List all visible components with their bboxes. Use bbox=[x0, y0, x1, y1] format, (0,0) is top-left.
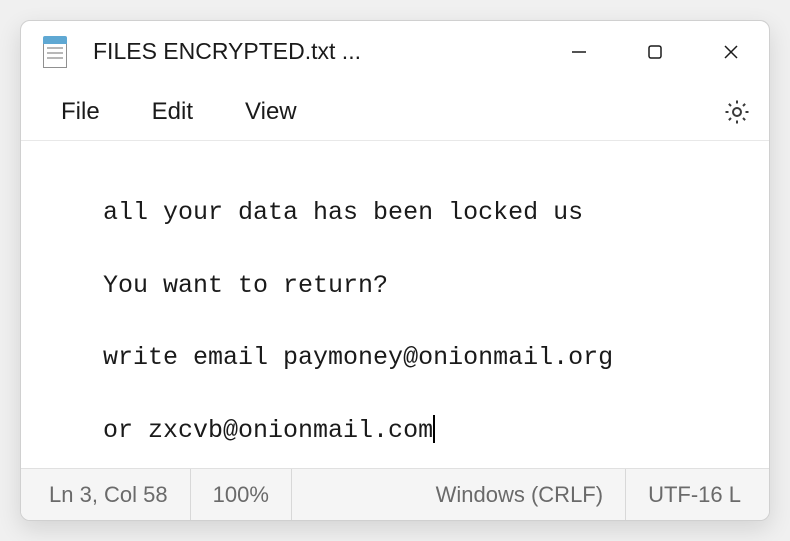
gear-icon bbox=[722, 97, 752, 127]
window-controls bbox=[541, 21, 769, 82]
editor-line: write email paymoney@onionmail.org bbox=[103, 343, 613, 372]
menu-edit[interactable]: Edit bbox=[126, 88, 219, 136]
window-title: FILES ENCRYPTED.txt ... bbox=[93, 38, 541, 65]
close-button[interactable] bbox=[693, 21, 769, 82]
notepad-icon bbox=[39, 36, 71, 68]
status-line-ending: Windows (CRLF) bbox=[414, 469, 626, 520]
text-cursor bbox=[433, 415, 435, 443]
maximize-button[interactable] bbox=[617, 21, 693, 82]
status-zoom[interactable]: 100% bbox=[191, 469, 292, 520]
notepad-window: FILES ENCRYPTED.txt ... File Edit View a… bbox=[20, 20, 770, 521]
editor-line: all your data has been locked us bbox=[103, 198, 583, 227]
minimize-button[interactable] bbox=[541, 21, 617, 82]
menu-file[interactable]: File bbox=[35, 88, 126, 136]
text-editor[interactable]: all your data has been locked us You wan… bbox=[21, 141, 769, 468]
menubar: File Edit View bbox=[21, 83, 769, 141]
editor-line: or zxcvb@onionmail.com bbox=[103, 416, 433, 445]
titlebar[interactable]: FILES ENCRYPTED.txt ... bbox=[21, 21, 769, 83]
editor-line: You want to return? bbox=[103, 271, 388, 300]
settings-button[interactable] bbox=[713, 88, 761, 136]
close-icon bbox=[722, 43, 740, 61]
statusbar: Ln 3, Col 58 100% Windows (CRLF) UTF-16 … bbox=[21, 468, 769, 520]
status-encoding: UTF-16 L bbox=[626, 469, 763, 520]
menu-view[interactable]: View bbox=[219, 88, 323, 136]
maximize-icon bbox=[647, 44, 663, 60]
minimize-icon bbox=[570, 43, 588, 61]
status-position: Ln 3, Col 58 bbox=[27, 469, 191, 520]
